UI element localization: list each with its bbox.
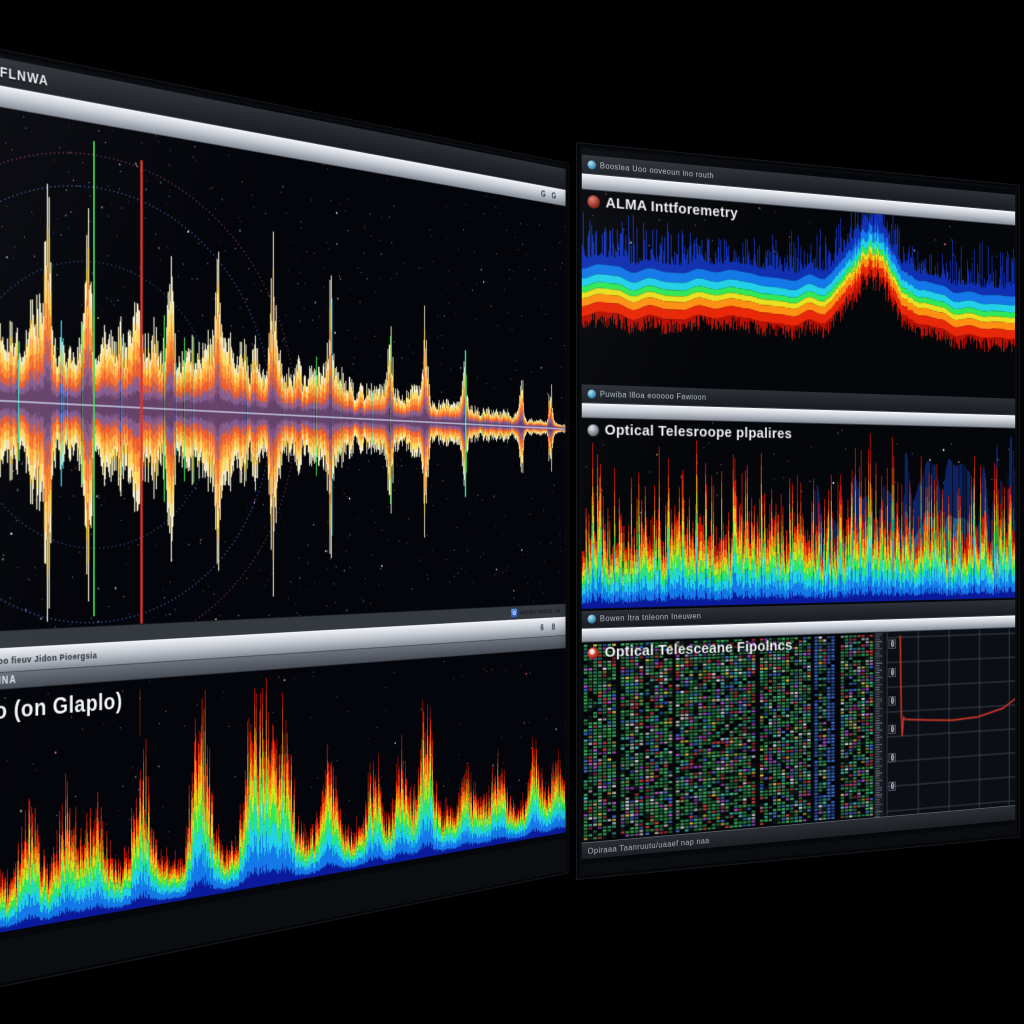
info-dot-icon — [588, 614, 597, 623]
left-divider-controls[interactable]: 6 8 — [540, 622, 565, 633]
left-screen: FLNWA G G G AIO/NV N2N31 U8 oo fieuv Jid… — [0, 54, 566, 942]
left-divider-badge-text: AIO/NV N2N31 U8 — [520, 607, 560, 616]
info-dot-icon — [588, 389, 597, 398]
pipeline-data-table — [582, 633, 874, 843]
g-badge[interactable]: G — [511, 609, 517, 618]
info-dot-icon — [588, 160, 597, 170]
panel2-header-text: Puwiba l8oa eooooo Fawioon — [600, 389, 706, 401]
left-window-controls[interactable]: G G — [541, 189, 565, 203]
left-divider-label: oo fieuv Jidon Pioergsia — [0, 650, 97, 666]
record-sphere-icon[interactable] — [588, 195, 600, 209]
left-window-title: FLNWA — [0, 62, 49, 88]
alma-spectrogram-chart — [582, 189, 1015, 398]
panel3-header-small: Bowen Itra tnleonn Ineuwen — [582, 612, 701, 624]
right-screen: Booslea Uoo ooveoun ino routh ALMA Inttf… — [582, 149, 1015, 865]
alert-ring-icon[interactable] — [588, 647, 599, 659]
status-sphere-icon[interactable] — [588, 424, 599, 436]
panel3-header-text: Bowen Itra tnleonn Ineuwen — [600, 612, 701, 624]
left-monitor: FLNWA G G G AIO/NV N2N31 U8 oo fieuv Jid… — [0, 46, 569, 990]
optical-spectrum-chart — [582, 418, 1015, 611]
panel2-header-small: Puwiba l8oa eooooo Fawioon — [582, 389, 707, 402]
panel2-title: Optical Telesroope plpalires — [605, 422, 792, 442]
convergence-line-chart — [874, 628, 1015, 817]
workstation-scene: FLNWA G G G AIO/NV N2N31 U8 oo fieuv Jid… — [0, 0, 1024, 1024]
right-monitor: Booslea Uoo ooveoun ino routh ALMA Inttf… — [576, 142, 1020, 880]
left-subbar-label: ЯNA — [0, 674, 17, 687]
left-bottom-panel: o (on Glaplo) — [0, 648, 566, 935]
